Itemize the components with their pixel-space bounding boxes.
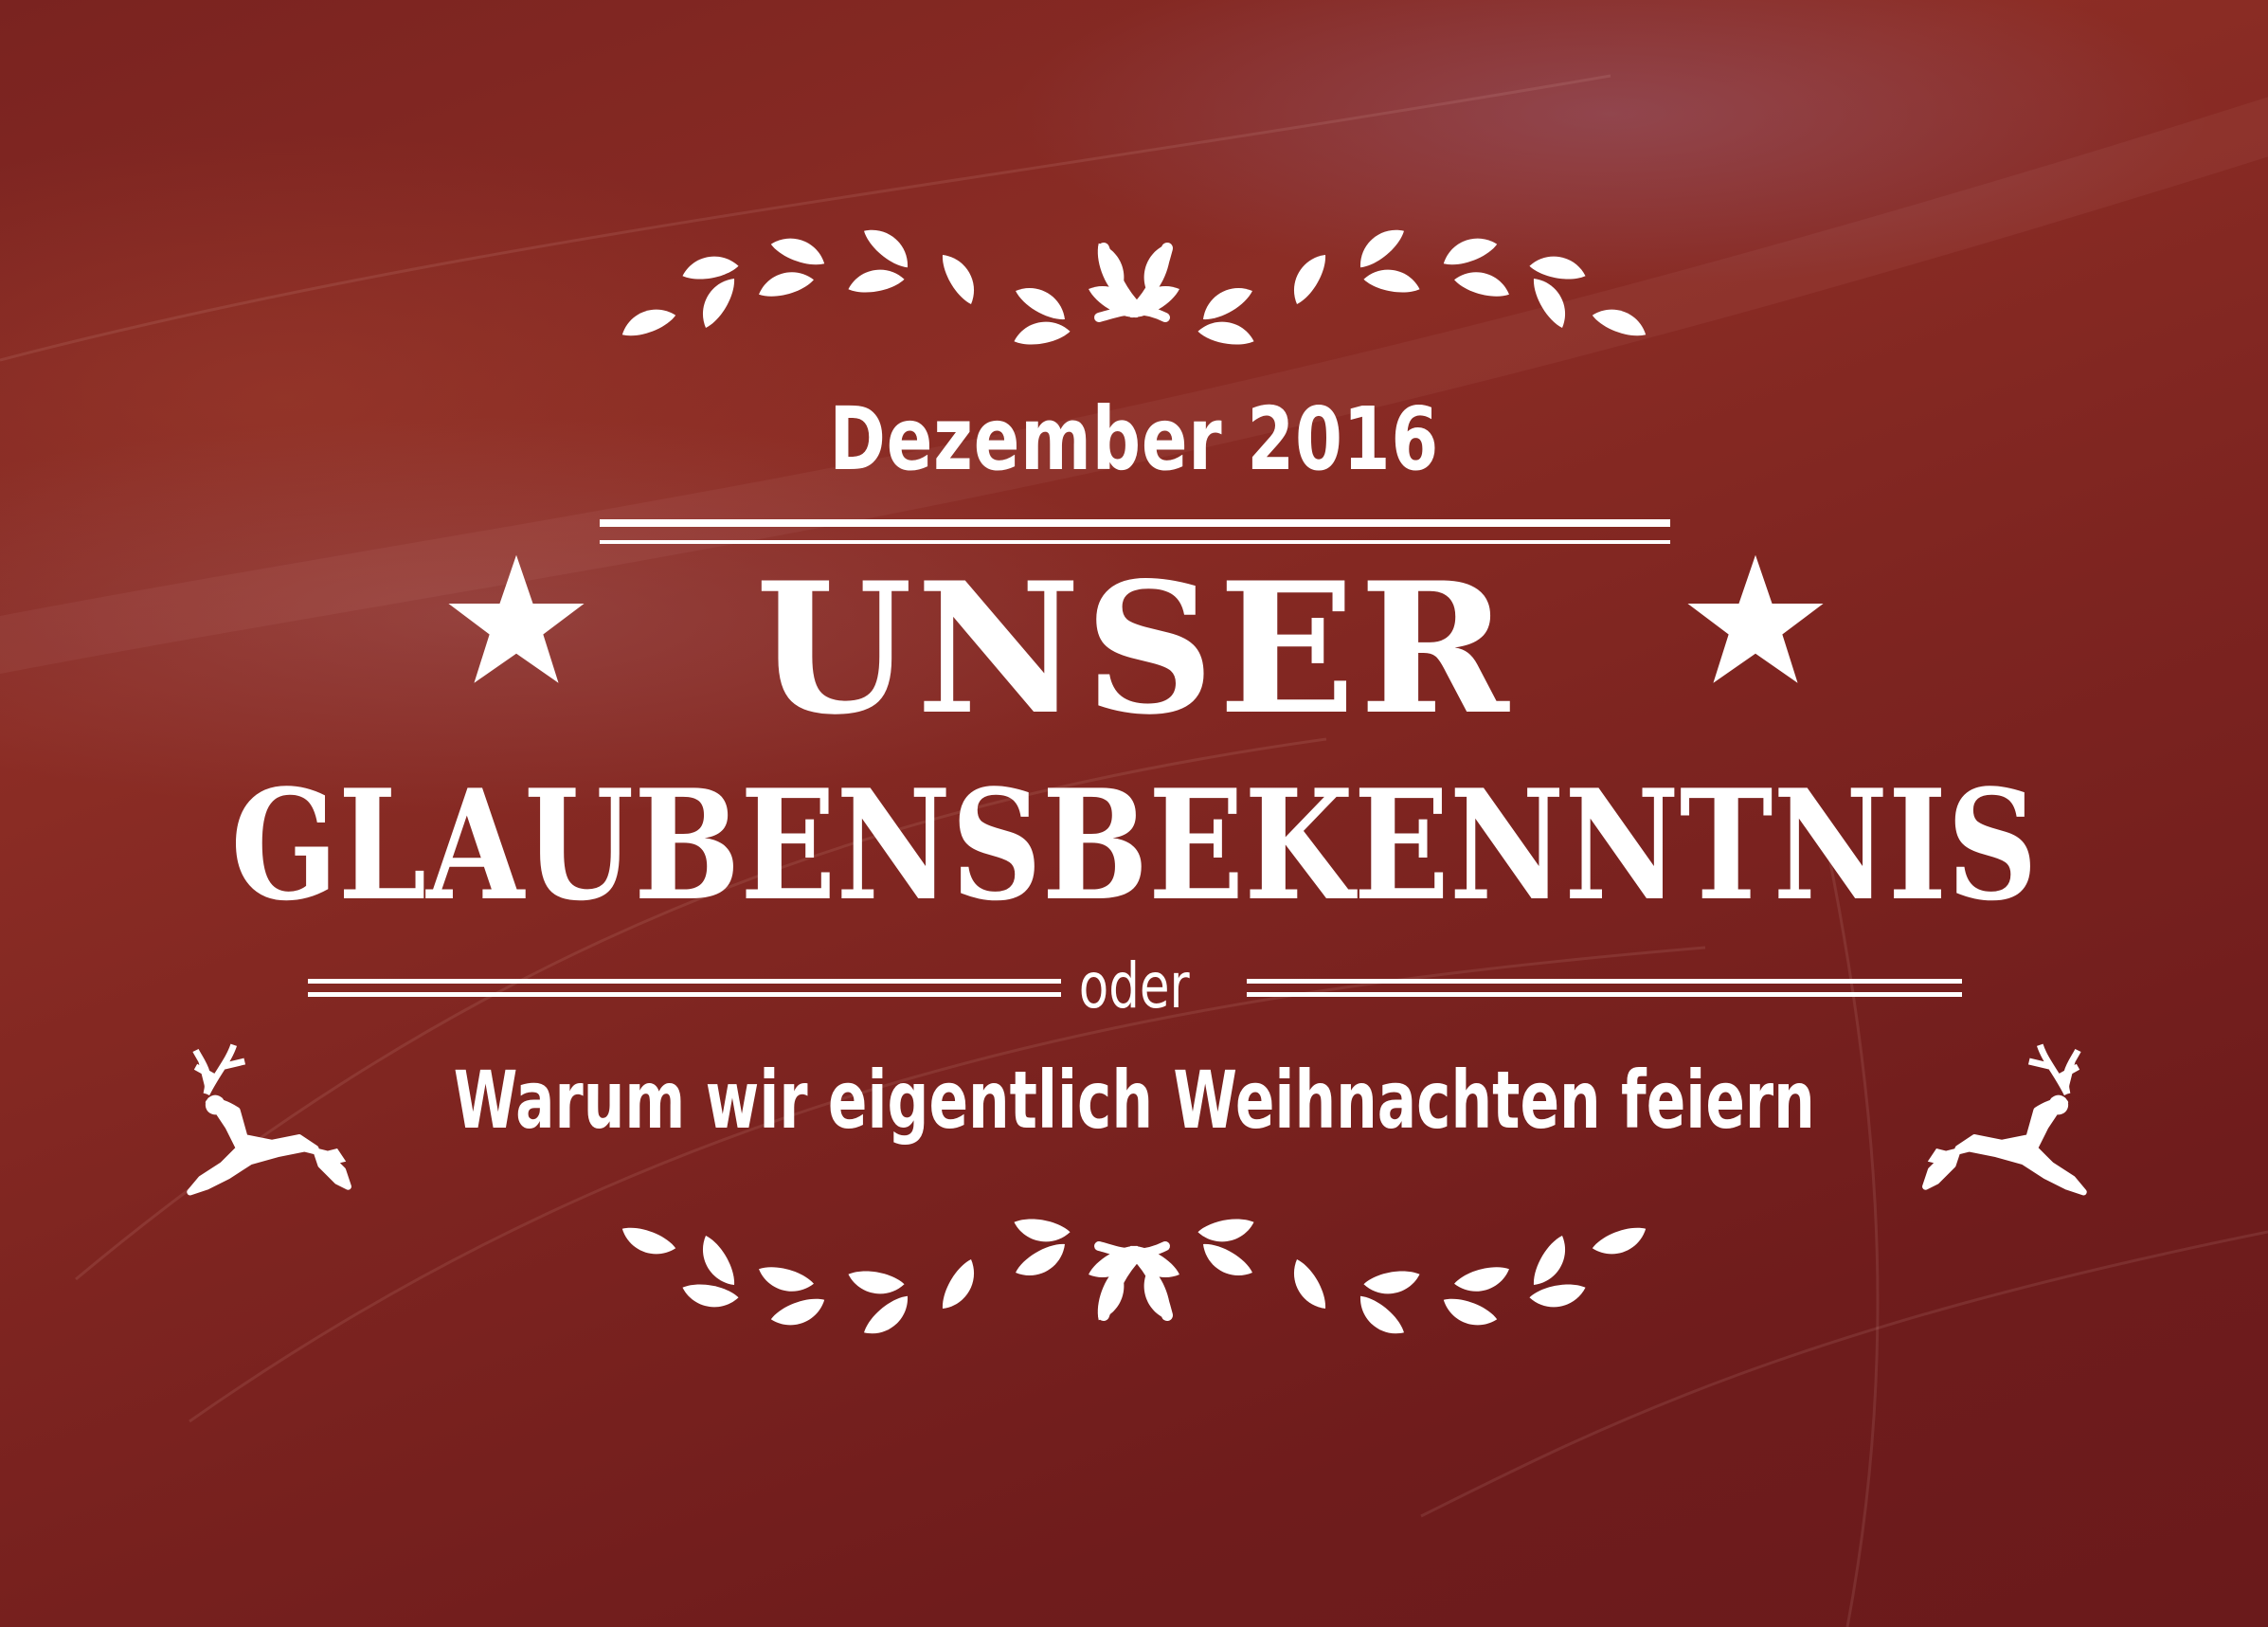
- subtitle: Warum wir eigentlich Weihnachten feiern: [453, 1054, 1815, 1147]
- date-divider: [600, 519, 1670, 544]
- date-heading: Dezember 2016: [829, 389, 1440, 490]
- title-line-1: UNSER: [755, 543, 1513, 754]
- title-line-2: GLAUBENSBEKENNTNIS: [230, 756, 2038, 934]
- bottom-laurel-icon: [618, 1215, 1651, 1343]
- top-laurel-icon: [618, 220, 1651, 348]
- connector-text: oder: [1078, 949, 1190, 1022]
